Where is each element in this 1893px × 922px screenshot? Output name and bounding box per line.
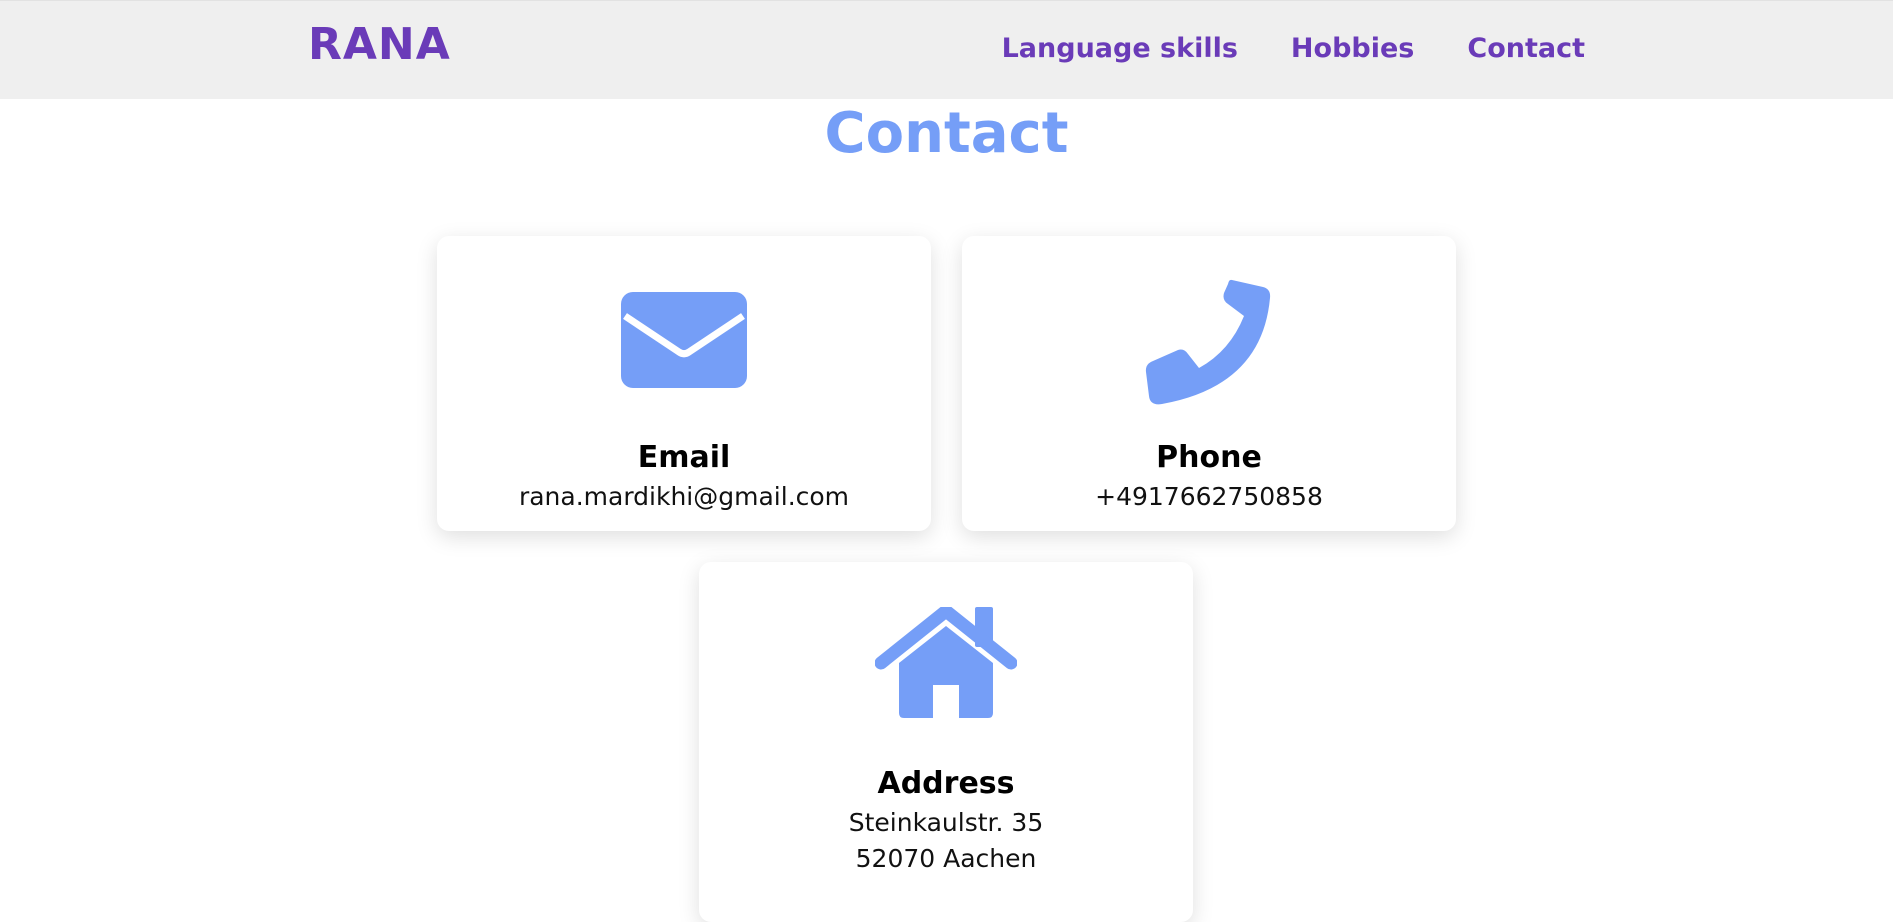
envelope-icon bbox=[621, 292, 747, 388]
nav-link-hobbies[interactable]: Hobbies bbox=[1291, 35, 1414, 62]
house-icon bbox=[875, 607, 1017, 718]
address-card: Address Steinkaulstr. 35 52070 Aachen bbox=[699, 562, 1193, 922]
email-value[interactable]: rana.mardikhi@gmail.com bbox=[437, 484, 931, 509]
address-city: 52070 Aachen bbox=[855, 844, 1037, 873]
phone-value[interactable]: +4917662750858 bbox=[962, 484, 1456, 509]
email-card: Email rana.mardikhi@gmail.com bbox=[437, 236, 931, 531]
address-title: Address bbox=[877, 766, 1015, 801]
phone-icon bbox=[1145, 279, 1271, 405]
address-street: Steinkaulstr. 35 bbox=[848, 808, 1044, 837]
email-title: Email bbox=[637, 440, 731, 475]
nav-link-contact[interactable]: Contact bbox=[1467, 35, 1585, 62]
navbar: RANA Language skills Hobbies Contact bbox=[0, 0, 1893, 99]
phone-title: Phone bbox=[1156, 440, 1262, 475]
phone-card: Phone +4917662750858 bbox=[962, 236, 1456, 531]
nav-link-language-skills[interactable]: Language skills bbox=[1002, 35, 1238, 62]
section-title: Contact bbox=[824, 101, 1069, 166]
brand-logo[interactable]: RANA bbox=[308, 23, 451, 67]
nav-menu: Language skills Hobbies Contact bbox=[1002, 35, 1585, 62]
